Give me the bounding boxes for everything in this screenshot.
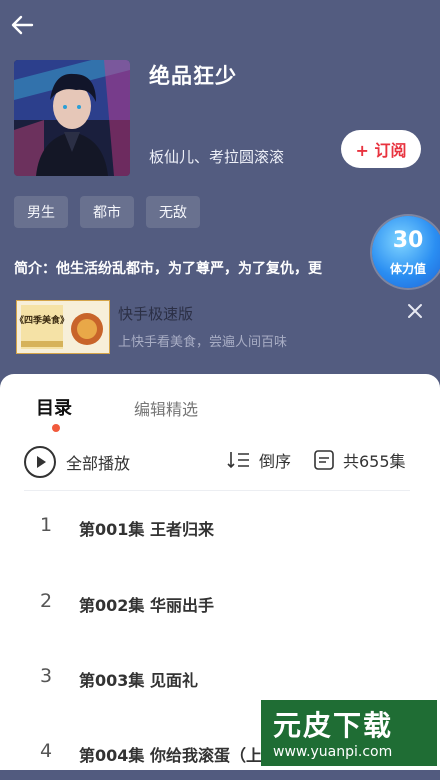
episode-count[interactable]: 共655集	[313, 448, 406, 472]
episode-row[interactable]: 3 第003集 见面礼	[0, 665, 440, 705]
album-authors: 板仙儿、考拉圆滚滚	[149, 148, 285, 166]
list-icon	[314, 450, 334, 470]
tag-invincible[interactable]: 无敌	[146, 196, 200, 228]
episode-number: 1	[40, 514, 53, 536]
album-intro[interactable]: 简介：他生活纷乱都市，为了尊严，为了复仇，更	[14, 258, 386, 278]
ad-description: 上快手看美食，尝遍人间百味	[118, 335, 288, 350]
episode-title: 第002集 华丽出手	[79, 596, 214, 615]
episode-row[interactable]: 2 第002集 华丽出手	[0, 590, 440, 630]
sort-label: 倒序	[259, 452, 292, 471]
tag-urban[interactable]: 都市	[80, 196, 134, 228]
energy-badge[interactable]: 30 体力值	[372, 216, 440, 288]
divider	[24, 490, 410, 491]
play-all-button[interactable]: 全部播放	[24, 446, 130, 478]
energy-value: 30	[392, 228, 424, 253]
play-all-label: 全部播放	[66, 454, 131, 473]
close-icon[interactable]	[406, 302, 424, 320]
active-tab-indicator	[52, 424, 60, 432]
subscribe-button[interactable]: + 订阅	[341, 130, 421, 168]
ad-banner[interactable]: 《四季美食》 快手极速版 上快手看美食，尝遍人间百味	[15, 300, 426, 354]
watermark-url: www.yuanpi.com	[273, 744, 393, 760]
watermark-title: 元皮下载	[273, 709, 394, 742]
episode-row[interactable]: 1 第001集 王者归来	[0, 514, 440, 554]
tag-male[interactable]: 男生	[14, 196, 68, 228]
ad-title: 快手极速版	[118, 305, 194, 323]
episode-count-label: 共655集	[343, 452, 406, 471]
watermark-logo: 元皮下载 www.yuanpi.com	[261, 700, 437, 766]
episode-number: 3	[40, 665, 53, 687]
ad-thumb-text: 《四季美食》	[17, 314, 69, 326]
episode-title: 第001集 王者归来	[79, 520, 214, 539]
sort-button[interactable]: 倒序	[227, 448, 291, 472]
tab-catalog[interactable]: 目录	[36, 394, 72, 420]
episode-title: 第004集 你给我滚蛋（上）	[79, 746, 278, 765]
sort-order-icon	[227, 452, 249, 469]
play-icon	[24, 446, 56, 478]
energy-label: 体力值	[389, 262, 426, 276]
ad-thumbnail: 《四季美食》	[15, 300, 110, 354]
album-cover	[14, 60, 130, 176]
album-header: 绝品狂少 板仙儿、考拉圆滚滚 + 订阅 男生 都市 无敌 简介：他生活纷乱都市，…	[0, 0, 440, 380]
tab-editor-picks[interactable]: 编辑精选	[134, 396, 198, 420]
episode-number: 2	[40, 590, 53, 612]
back-arrow-icon[interactable]	[8, 10, 38, 40]
tag-list: 男生 都市 无敌	[14, 196, 200, 228]
album-title: 绝品狂少	[149, 64, 237, 88]
episode-number: 4	[40, 740, 53, 762]
episode-title: 第003集 见面礼	[79, 671, 198, 690]
